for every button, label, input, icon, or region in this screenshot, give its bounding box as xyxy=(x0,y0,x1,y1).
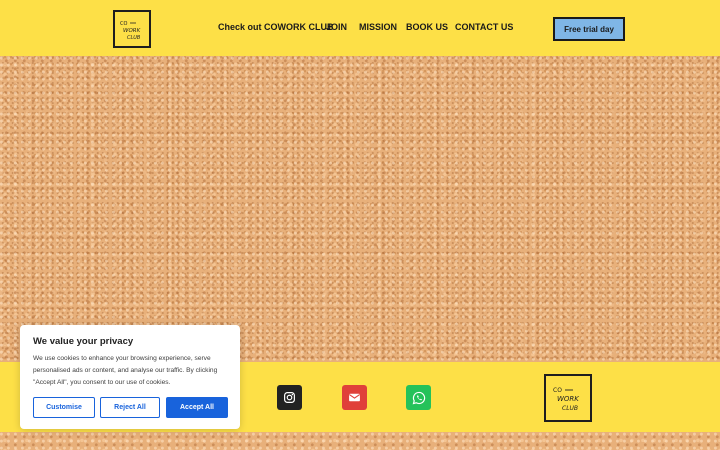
email-icon xyxy=(349,393,360,402)
reject-all-button[interactable]: Reject All xyxy=(100,397,160,418)
nav-check-out[interactable]: Check out COWORK CLUB xyxy=(218,22,334,32)
cork-board-strip xyxy=(0,432,720,450)
svg-text:CO: CO xyxy=(553,387,562,394)
logo-scribble-icon: CO WORK CLUB xyxy=(553,387,580,412)
cookie-consent-dialog: We value your privacy We use cookies to … xyxy=(20,325,240,429)
customise-button[interactable]: Customise xyxy=(33,397,95,418)
cookie-description: We use cookies to enhance your browsing … xyxy=(33,355,218,386)
svg-text:CLUB: CLUB xyxy=(127,35,141,41)
svg-text:WORK: WORK xyxy=(557,395,580,403)
email-link[interactable] xyxy=(342,385,367,410)
site-logo[interactable]: CO WORK CLUB xyxy=(113,10,151,48)
instagram-icon xyxy=(284,392,295,403)
nav-contact-us[interactable]: CONTACT US xyxy=(455,22,513,32)
instagram-link[interactable] xyxy=(277,385,302,410)
nav-book-us[interactable]: BOOK US xyxy=(406,22,448,32)
nav-mission[interactable]: MISSION xyxy=(359,22,397,32)
footer-logo[interactable]: CO WORK CLUB xyxy=(544,374,592,422)
svg-text:WORK: WORK xyxy=(123,28,141,34)
svg-text:CO: CO xyxy=(120,21,127,27)
svg-text:CLUB: CLUB xyxy=(562,405,578,412)
cork-board-hero xyxy=(0,56,720,362)
logo-scribble-icon: CO WORK CLUB xyxy=(120,21,141,41)
site-header: CO WORK CLUB Check out COWORK CLUB JOIN … xyxy=(0,0,720,56)
accept-all-button[interactable]: Accept All xyxy=(166,397,228,418)
whatsapp-link[interactable] xyxy=(406,385,431,410)
cookie-title: We value your privacy xyxy=(33,336,134,347)
whatsapp-icon xyxy=(412,391,425,404)
free-trial-button[interactable]: Free trial day xyxy=(553,17,625,41)
nav-join[interactable]: JOIN xyxy=(326,22,347,32)
